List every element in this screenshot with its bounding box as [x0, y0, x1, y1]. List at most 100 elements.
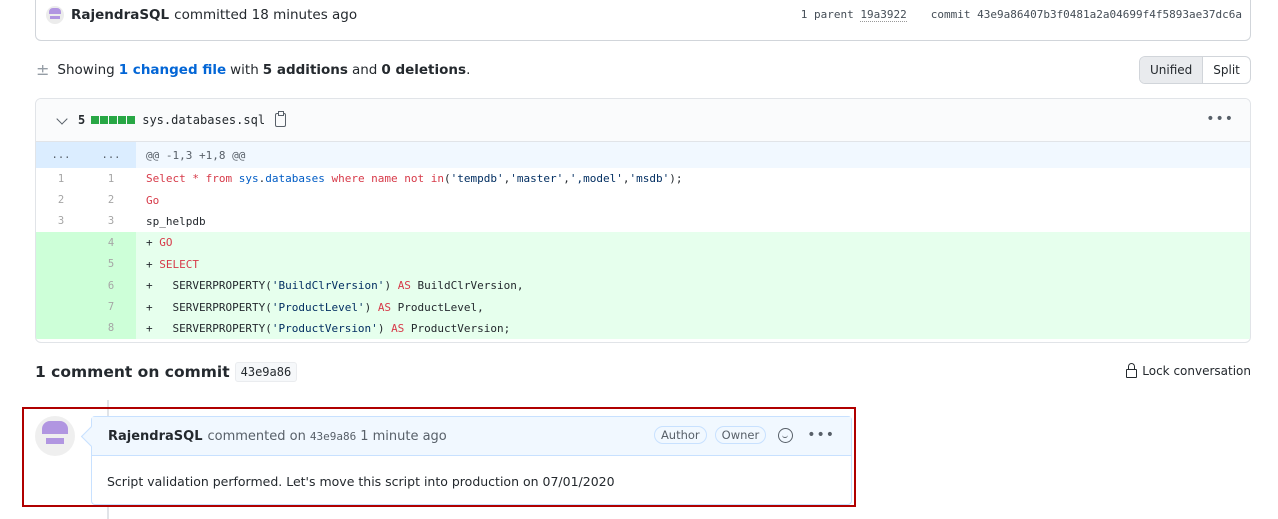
showing-text: Showing: [57, 61, 115, 78]
lock-icon: [1126, 363, 1138, 378]
old-line-number[interactable]: 1: [36, 168, 86, 189]
file-header: 5 sys.databases.sql •••: [36, 99, 1250, 142]
new-line-number[interactable]: 1: [86, 168, 136, 189]
code-line: Go: [136, 189, 1250, 210]
code-token: AS: [391, 321, 405, 335]
diff-line: 8 + SERVERPROPERTY('ProductVersion') AS P…: [36, 317, 1250, 340]
code-line: sp_helpdb: [136, 211, 1250, 232]
code-token: + SERVERPROPERTY(: [146, 300, 272, 314]
with-text: with: [230, 61, 259, 78]
comments-title-text: 1 comment on commit: [35, 363, 230, 381]
code-token: ,: [563, 172, 570, 186]
avatar[interactable]: [46, 6, 64, 24]
old-line-number[interactable]: [36, 232, 86, 254]
hunk-header: @@ -1,3 +1,8 @@: [136, 142, 1250, 168]
diff-table: ... ... @@ -1,3 +1,8 @@ 1 1 Select * from …: [36, 142, 1250, 340]
additions-count: 5 additions: [262, 61, 348, 78]
commit-sha-value: 43e9a86407b3f0481a2a04699f4f5893ae37dc6a: [977, 8, 1242, 21]
split-button[interactable]: Split: [1203, 57, 1250, 83]
code-line: Select * from sys.databases where name n…: [136, 168, 1250, 189]
code-token: ): [364, 300, 378, 314]
code-token: GO: [159, 236, 173, 250]
file-additions-count: 5: [78, 113, 86, 127]
new-line-number[interactable]: 6: [86, 274, 136, 297]
new-line-number[interactable]: 7: [86, 296, 136, 318]
and-text: and: [351, 61, 378, 78]
code-token: ProductLevel,: [391, 300, 484, 314]
old-line-number[interactable]: [36, 317, 86, 340]
code-token: AS: [377, 300, 392, 314]
parent-label: 1 parent: [800, 8, 854, 21]
code-line: + SERVERPROPERTY('BuildClrVersion') AS B…: [136, 274, 1250, 297]
author-link[interactable]: RajendraSQL: [71, 7, 169, 23]
code-token: BuildClrVersion,: [410, 279, 524, 293]
old-line-number[interactable]: [36, 253, 86, 275]
chevron-down-icon[interactable]: [56, 112, 68, 125]
diff-line: 1 1 Select * from sys.databases where name…: [36, 168, 1250, 189]
diff-line: 4 + GO: [36, 232, 1250, 254]
new-line-number[interactable]: 5: [86, 253, 136, 275]
new-line-number[interactable]: 3: [86, 211, 136, 232]
commit-author: RajendraSQL committed 18 minutes ago: [46, 6, 357, 24]
highlight-annotation: [22, 407, 856, 507]
code-token: ): [384, 279, 398, 293]
code-token: AS: [397, 279, 411, 293]
file-more-button[interactable]: •••: [1206, 111, 1234, 127]
lock-conversation-button[interactable]: Lock conversation: [1126, 363, 1251, 378]
code-token: 'ProductVersion': [271, 321, 378, 335]
diff-line: 5 + SELECT: [36, 253, 1250, 275]
code-token: ,: [622, 172, 630, 186]
period: .: [466, 61, 471, 78]
diffstat-bar: [91, 116, 136, 124]
code-token: (: [444, 172, 451, 186]
code-token: + SERVERPROPERTY(: [146, 321, 272, 335]
old-line-number[interactable]: [36, 296, 86, 318]
diff-line: 3 3 sp_helpdb: [36, 211, 1250, 232]
code-token: +: [146, 236, 160, 250]
new-line-number[interactable]: 4: [86, 232, 136, 254]
changed-files-link[interactable]: 1 changed file: [119, 62, 226, 78]
old-line-number[interactable]: [36, 274, 86, 297]
diff-icon: ±: [36, 60, 50, 79]
diff-line: 7 + SERVERPROPERTY('ProductLevel') AS Pro…: [36, 296, 1250, 318]
deletions-count: 0 deletions: [381, 61, 467, 78]
unified-button[interactable]: Unified: [1140, 57, 1204, 83]
commit-meta: 1 parent 19a3922 commit 43e9a86407b3f048…: [800, 8, 1242, 22]
diff-summary: ± Showing 1 changed file with 5 addition…: [36, 60, 470, 79]
code-token: where name not in: [324, 172, 445, 186]
code-token: ',model': [569, 172, 623, 186]
code-token: sp_helpdb: [146, 214, 206, 228]
old-line-number[interactable]: 2: [36, 189, 86, 210]
commit-sha: commit 43e9a86407b3f0481a2a04699f4f5893a…: [931, 8, 1242, 21]
parent-sha-link[interactable]: 19a3922: [860, 8, 907, 22]
diff-line: 6 + SERVERPROPERTY('BuildClrVersion') AS …: [36, 274, 1250, 297]
code-line: + SELECT: [136, 253, 1250, 275]
file-name-link[interactable]: sys.databases.sql: [142, 113, 265, 127]
code-line: + SERVERPROPERTY('ProductVersion') AS Pr…: [136, 317, 1250, 340]
commit-sha-chip: 43e9a86: [234, 362, 298, 382]
new-line-number[interactable]: 2: [86, 189, 136, 210]
diff-line: 2 2 Go: [36, 189, 1250, 210]
code-token: Select * from: [146, 172, 239, 186]
old-line-number[interactable]: 3: [36, 211, 86, 232]
code-token: ProductVersion;: [404, 321, 511, 335]
code-token: Go: [146, 193, 160, 207]
code-token: 'tempdb': [450, 172, 504, 186]
lock-label: Lock conversation: [1142, 364, 1251, 378]
code-token: databases: [265, 172, 325, 186]
diff-view-toggle: Unified Split: [1139, 56, 1251, 84]
new-line-number[interactable]: 8: [86, 317, 136, 340]
clipboard-icon[interactable]: [275, 111, 287, 127]
code-token: sys: [238, 172, 259, 186]
commit-label: commit: [930, 8, 971, 21]
code-line: + SERVERPROPERTY('ProductLevel') AS Prod…: [136, 296, 1250, 318]
expand-up-button[interactable]: ...: [36, 142, 86, 168]
code-token: SELECT: [159, 257, 199, 271]
code-token: 'msdb': [629, 172, 670, 186]
expand-down-button[interactable]: ...: [86, 142, 136, 168]
hunk-header-row: ... ... @@ -1,3 +1,8 @@: [36, 142, 1250, 168]
file-diff: 5 sys.databases.sql ••• ... ... @@ -1,3 …: [35, 98, 1251, 343]
code-token: 'master': [510, 172, 564, 186]
code-token: ): [377, 321, 392, 335]
code-token: 'BuildClrVersion': [271, 279, 385, 293]
